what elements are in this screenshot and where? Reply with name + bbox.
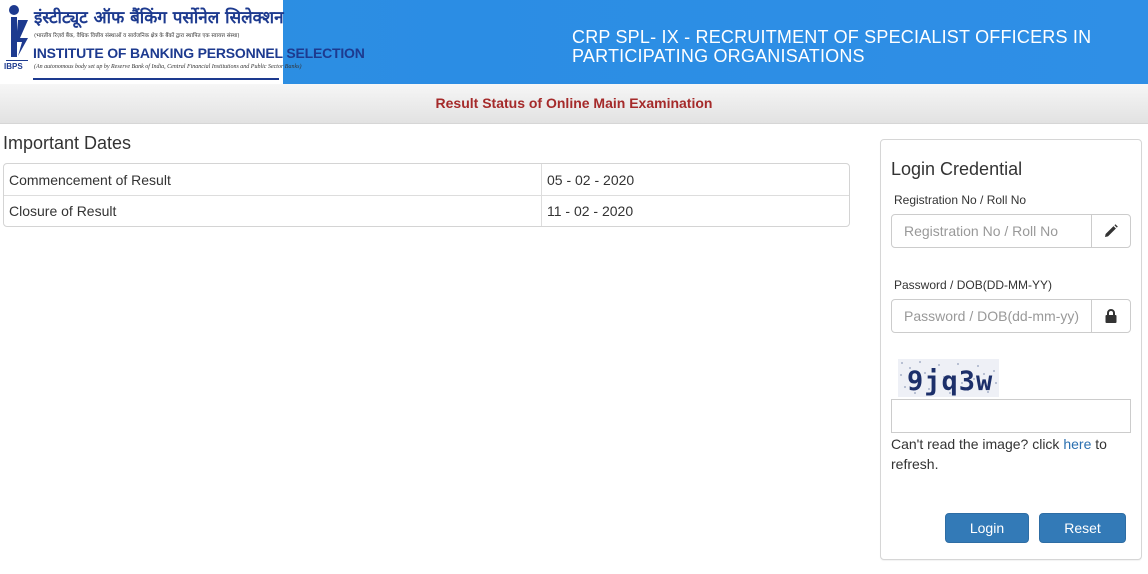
registration-label: Registration No / Roll No	[894, 193, 1027, 207]
refresh-prefix: Can't read the image? click	[891, 436, 1064, 452]
important-dates-table: Commencement of Result 05 - 02 - 2020 Cl…	[3, 163, 850, 227]
logo-hindi-name: इंस्टीट्यूट ऑफ बैंकिंग पर्सोनेल सिलेक्शन	[34, 8, 284, 28]
reset-button[interactable]: Reset	[1039, 513, 1126, 543]
page-header: IBPS इंस्टीट्यूट ऑफ बैंकिंग पर्सोनेल सिल…	[0, 0, 1148, 84]
table-row: Commencement of Result 05 - 02 - 2020	[4, 164, 849, 195]
captcha-input[interactable]	[891, 399, 1131, 433]
ibps-mark-label: IBPS	[4, 62, 23, 71]
ibps-logo: IBPS इंस्टीट्यूट ऑफ बैंकिंग पर्सोनेल सिल…	[0, 0, 365, 84]
sub-header-bar: Result Status of Online Main Examination	[0, 84, 1148, 124]
logo-english-name: INSTITUTE OF BANKING PERSONNEL SELECTION	[33, 45, 365, 61]
captcha-image: 9jq3w	[898, 359, 999, 397]
logo-english-tagline: (An autonomous body set up by Reserve Ba…	[34, 64, 302, 70]
captcha-text: 9jq3w	[907, 366, 993, 397]
login-button[interactable]: Login	[945, 513, 1029, 543]
password-input-group	[891, 299, 1131, 333]
captcha-refresh-text: Can't read the image? click here to refr…	[891, 434, 1131, 474]
password-input[interactable]	[892, 300, 1092, 332]
important-dates-heading: Important Dates	[3, 133, 132, 153]
lock-icon	[1091, 300, 1130, 332]
logo-divider	[33, 78, 279, 80]
refresh-captcha-link[interactable]: here	[1063, 436, 1091, 452]
registration-input-group	[891, 214, 1131, 248]
password-label: Password / DOB(DD-MM-YY)	[894, 278, 1053, 292]
login-title: Login Credential	[891, 159, 1023, 179]
page-title: CRP SPL- IX - RECRUITMENT OF SPECIALIST …	[572, 27, 1092, 66]
logo-hindi-tagline: (भारतीय रिज़र्व बैंक, वैधिक वित्तीय संस्…	[34, 33, 240, 39]
section-title: Result Status of Online Main Examination	[435, 95, 713, 111]
table-row: Closure of Result 11 - 02 - 2020	[4, 195, 849, 226]
registration-input[interactable]	[892, 215, 1092, 247]
date-value: 11 - 02 - 2020	[542, 195, 849, 226]
pencil-icon	[1091, 215, 1130, 247]
date-label: Commencement of Result	[4, 164, 542, 195]
date-value: 05 - 02 - 2020	[547, 171, 635, 188]
date-label: Closure of Result	[4, 195, 542, 226]
